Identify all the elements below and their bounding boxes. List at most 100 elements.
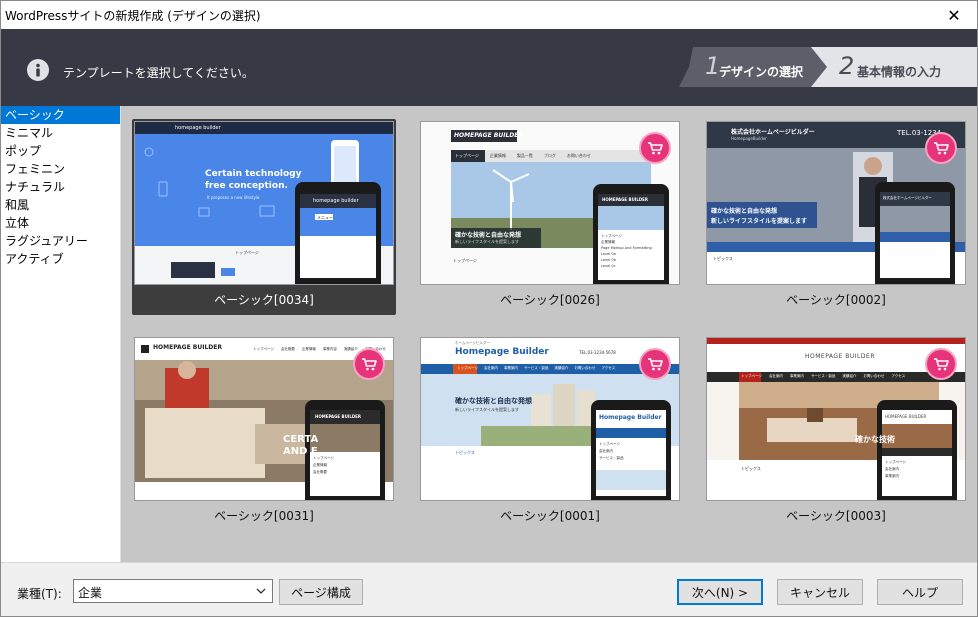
- title-bar: WordPressサイトの新規作成 (デザインの選択) ✕: [1, 1, 977, 29]
- preview-phone-item: トップページ: [599, 442, 620, 446]
- template-thumbnail[interactable]: homepage builder Certain technology free…: [134, 121, 394, 285]
- next-button[interactable]: 次へ(N) >: [677, 579, 763, 605]
- preview-nav-item: サービス・製品: [523, 366, 549, 370]
- category-item-3d[interactable]: 立体: [1, 214, 120, 232]
- step-1-number: 1: [705, 52, 721, 80]
- preview-nav: トップページ 企業情報 製品一覧 ブログ お問い合わせ: [455, 153, 591, 159]
- preview-headline: 確かな技術と自由な発想: [711, 208, 778, 215]
- preview-nav-item: アクセス: [891, 374, 906, 378]
- cart-icon: [362, 358, 377, 371]
- close-button[interactable]: ✕: [931, 1, 977, 29]
- preview-nav-item: お問い合わせ: [574, 366, 596, 370]
- template-card-0034[interactable]: homepage builder Certain technology free…: [132, 119, 396, 315]
- preview-phone-logo: HOMEPAGE BUILDER: [602, 197, 648, 202]
- step-2-indicator: 2 基本情報の入力: [811, 47, 977, 87]
- paid-badge: [639, 132, 671, 164]
- category-item-japanese[interactable]: 和風: [1, 196, 120, 214]
- preview-headline: 確かな技術と自由な発想: [455, 232, 522, 239]
- category-list[interactable]: ベーシック ミニマル ポップ フェミニン ナチュラル 和風 立体 ラグジュアリー…: [1, 106, 121, 562]
- category-item-basic[interactable]: ベーシック: [1, 106, 120, 124]
- template-thumbnail[interactable]: HOMEPAGE BUILDER トップページ 企業情報 製品一覧 ブログ お問…: [420, 121, 680, 285]
- preview-nav-item: お問い合わせ: [863, 374, 885, 378]
- paid-badge: [925, 348, 957, 380]
- window-title: WordPressサイトの新規作成 (デザインの選択): [5, 9, 261, 23]
- preview-nav-item: トップページ: [457, 366, 478, 370]
- template-thumbnail[interactable]: 株式会社ホームページビルダー HomepageBuilder TEL.03-12…: [706, 121, 966, 285]
- preview-phone-menu: トップページ 会社案内 サービス・製品: [599, 441, 624, 462]
- preview-phone-logo: HOMEPAGE BUILDER: [885, 414, 927, 419]
- help-button[interactable]: ヘルプ: [877, 579, 963, 605]
- preview-nav-item: 事業案内: [503, 366, 518, 370]
- preview-nav-item: 会社案内: [483, 366, 498, 370]
- preview-section: トップページ: [235, 250, 259, 255]
- preview-section: トップページ: [453, 258, 477, 263]
- preview-nav-item: 事業案内: [789, 374, 804, 378]
- preview-phone-item: 会社案内: [599, 449, 613, 453]
- industry-label: 業種(T):: [17, 587, 62, 601]
- industry-select[interactable]: 企業: [73, 579, 273, 603]
- category-item-luxury[interactable]: ラグジュアリー: [1, 232, 120, 250]
- preview-phone-menu: トップページ 企業情報 Page Markup And Formatting L…: [601, 233, 652, 269]
- preview-nav-item: 実績紹介: [554, 366, 569, 370]
- category-item-active[interactable]: アクティブ: [1, 250, 120, 268]
- template-name: ベーシック[0034]: [214, 293, 314, 307]
- step-1-indicator: 1 デザインの選択: [679, 47, 829, 87]
- preview-brand: homepage builder: [175, 125, 221, 131]
- category-item-feminine[interactable]: フェミニン: [1, 160, 120, 178]
- step-1-label: デザインの選択: [719, 65, 804, 79]
- close-icon: ✕: [947, 5, 961, 25]
- template-name: ベーシック[0002]: [786, 293, 886, 307]
- preview-subline: 新しいライフスタイルを提案します: [455, 407, 519, 412]
- preview-phone-brand: homepage builder: [313, 198, 359, 204]
- template-thumbnail[interactable]: HOMEPAGE BUILDER トップページ 会社概要 企業情報 事業内容 実…: [134, 337, 394, 501]
- preview-phone-item: Level 0c: [601, 264, 616, 268]
- preview-nav: トップページ 会社案内 事業案内 サービス・製品 実績紹介 お問い合わせ アクセ…: [457, 366, 615, 371]
- category-item-pop[interactable]: ポップ: [1, 142, 120, 160]
- cancel-button[interactable]: キャンセル: [777, 579, 863, 605]
- template-card-0026[interactable]: HOMEPAGE BUILDER トップページ 企業情報 製品一覧 ブログ お問…: [418, 119, 682, 315]
- template-thumbnail[interactable]: HOMEPAGE BUILDER トップページ 会社案内 事業案内 サービス・製…: [706, 337, 966, 501]
- instruction-text: テンプレートを選択してください。: [63, 66, 254, 80]
- cart-icon: [934, 358, 949, 371]
- preview-company-sub: HomepageBuilder: [731, 136, 767, 141]
- preview-subline: 新しいライフスタイルを提案します: [455, 239, 519, 244]
- category-item-minimal[interactable]: ミニマル: [1, 124, 120, 142]
- preview-phone-menu: トップページ 企業情報 会社概要: [313, 455, 334, 476]
- preview-company: 株式会社ホームページビルダー: [731, 129, 815, 136]
- template-card-0031[interactable]: HOMEPAGE BUILDER トップページ 会社概要 企業情報 事業内容 実…: [132, 335, 396, 531]
- info-icon: [27, 59, 49, 81]
- preview-logo: HOMEPAGE BUILDER: [805, 353, 875, 360]
- preview-nav-item: サービス・製品: [810, 374, 836, 378]
- preview-logo: HOMEPAGE BUILDER: [153, 344, 222, 351]
- preview-phone-item: 会社案内: [885, 467, 899, 471]
- template-card-0003[interactable]: HOMEPAGE BUILDER トップページ 会社案内 事業案内 サービス・製…: [704, 335, 968, 531]
- template-card-0002[interactable]: 株式会社ホームページビルダー HomepageBuilder TEL.03-12…: [704, 119, 968, 315]
- preview-nav-item: 実績紹介: [343, 347, 358, 351]
- preview-nav-item: 事業内容: [322, 347, 337, 351]
- page-structure-button[interactable]: ページ構成: [279, 579, 363, 605]
- category-item-natural[interactable]: ナチュラル: [1, 178, 120, 196]
- preview-nav-item: 企業情報: [489, 153, 506, 158]
- preview-phone-menu: メニュー: [317, 215, 333, 220]
- preview-nav-item: 実績紹介: [842, 374, 857, 378]
- preview-phone-company: 株式会社ホームページビルダー: [883, 196, 932, 200]
- preview-headline: 確かな技術: [855, 435, 895, 444]
- cart-icon: [648, 142, 663, 155]
- preview-logo: Homepage Builder: [455, 347, 549, 357]
- paid-badge: [353, 348, 385, 380]
- template-card-0001[interactable]: ホームページビルダー Homepage Builder TEL.03-1234-…: [418, 335, 682, 531]
- preview-phone-item: トップページ: [885, 460, 906, 464]
- preview-phone-item: サービス・製品: [599, 456, 624, 460]
- cart-icon: [648, 358, 663, 371]
- step-2-label: 基本情報の入力: [857, 65, 942, 79]
- preview-logo-kana: ホームページビルダー: [455, 341, 490, 345]
- preview-nav-item: トップページ: [253, 347, 274, 351]
- preview-logo: HOMEPAGE BUILDER: [454, 132, 523, 139]
- preview-tel: TEL.03-1234-5678: [579, 350, 616, 355]
- preview-subline: It proposes a new lifestyle: [207, 195, 260, 200]
- template-name: ベーシック[0003]: [786, 509, 886, 523]
- paid-badge: [925, 132, 957, 164]
- preview-subline: 新しいライフスタイルを提案します: [711, 218, 808, 225]
- preview-headline-1: Certain technology: [205, 169, 302, 179]
- template-thumbnail[interactable]: ホームページビルダー Homepage Builder TEL.03-1234-…: [420, 337, 680, 501]
